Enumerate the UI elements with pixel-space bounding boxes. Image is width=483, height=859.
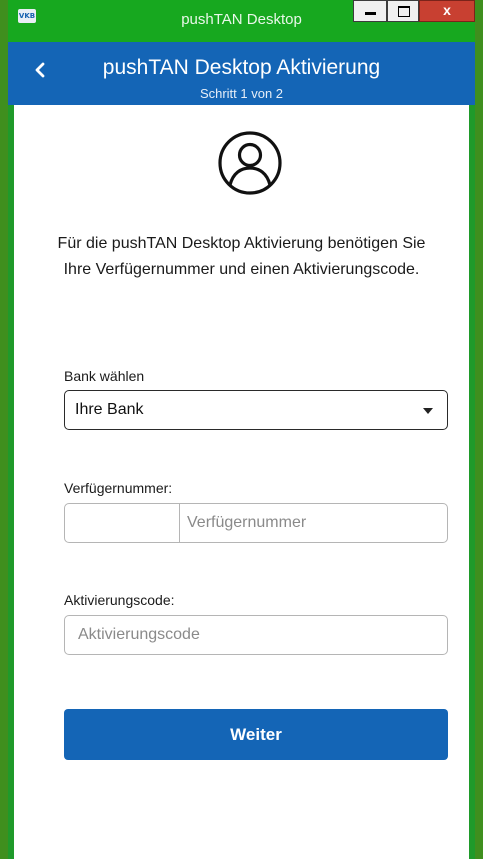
maximize-icon	[398, 6, 410, 17]
next-button[interactable]: Weiter	[64, 709, 448, 760]
bank-select[interactable]: Ihre Bank	[64, 390, 448, 430]
close-button[interactable]: x	[419, 0, 475, 22]
step-indicator: Schritt 1 von 2	[199, 86, 284, 101]
page-title: pushTAN Desktop Aktivierung	[102, 56, 381, 79]
page-header: pushTAN Desktop Aktivierung Schritt 1 vo…	[8, 42, 475, 105]
activation-form: Für die pushTAN Desktop Aktivierung benö…	[14, 105, 469, 859]
bank-label: Bank wählen	[64, 368, 145, 384]
minimize-icon	[365, 12, 376, 15]
close-icon: x	[443, 2, 451, 18]
maximize-button[interactable]	[387, 0, 419, 22]
aktivierungscode-label: Aktivierungscode:	[64, 592, 175, 608]
user-circle-icon	[218, 131, 282, 195]
verfuegernummer-input[interactable]	[180, 504, 446, 542]
verfuegernummer-label: Verfügernummer:	[64, 480, 173, 496]
intro-text: Für die pushTAN Desktop Aktivierung benö…	[57, 235, 426, 278]
aktivierungscode-input[interactable]	[64, 615, 448, 655]
verfuegernummer-prefix-input[interactable]	[65, 504, 180, 542]
caret-down-icon	[423, 408, 433, 414]
bank-select-value: Ihre Bank	[75, 401, 144, 418]
app-window: VKB pushTAN Desktop x pushTAN Desktop Ak…	[8, 0, 475, 859]
minimize-button[interactable]	[353, 0, 387, 22]
window-titlebar[interactable]: VKB pushTAN Desktop x	[8, 0, 475, 42]
verfuegernummer-field	[64, 503, 448, 543]
